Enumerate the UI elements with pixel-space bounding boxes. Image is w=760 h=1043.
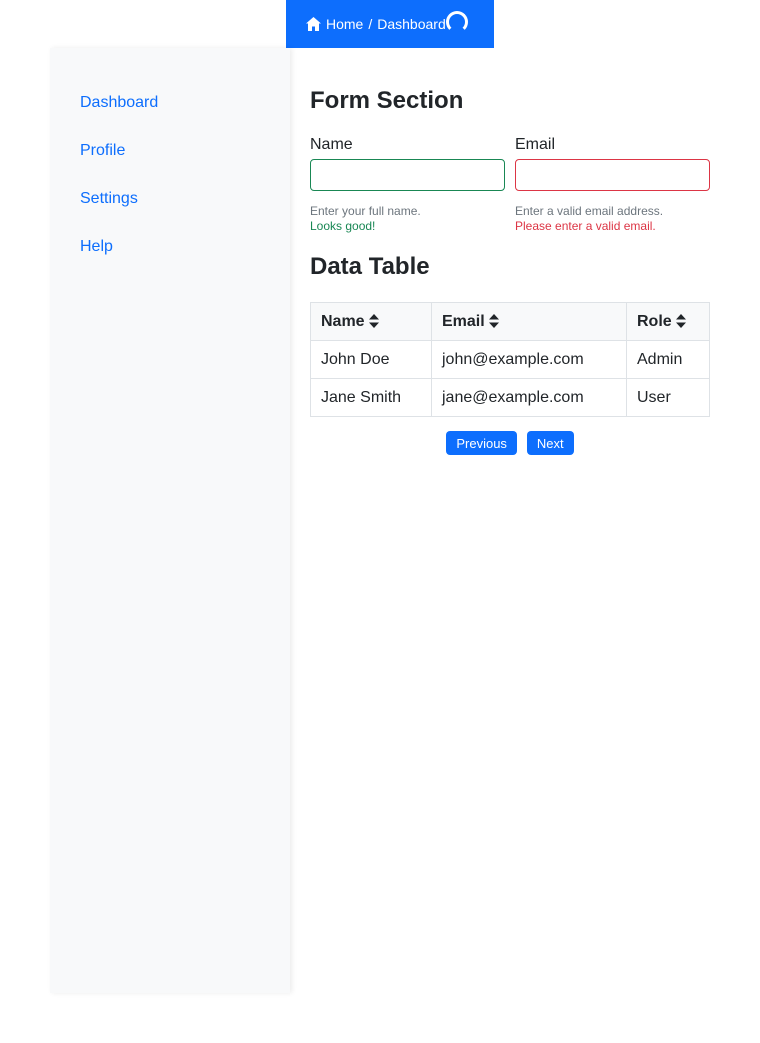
table-row: Jane Smith jane@example.com User	[310, 378, 710, 417]
name-valid-feedback: Looks good!	[310, 219, 376, 233]
breadcrumb-separator: /	[368, 16, 373, 32]
sidebar-item-profile[interactable]: Profile	[80, 142, 125, 160]
column-header-email[interactable]: Email	[431, 302, 627, 341]
email-field-group: Email Enter a valid email address. Pleas…	[515, 136, 710, 233]
email-input[interactable]	[515, 159, 710, 191]
table-cell-role: Admin	[626, 340, 710, 379]
pagination: Previous Next	[310, 431, 710, 455]
breadcrumb-current[interactable]: Dashboard	[377, 16, 446, 32]
name-field-group: Name Enter your full name. Looks good!	[310, 136, 505, 233]
table-header-row: Name Email Role	[310, 302, 710, 341]
home-icon[interactable]	[305, 16, 322, 32]
column-header-label: Role	[637, 312, 672, 330]
data-table-title: Data Table	[310, 253, 430, 280]
sidebar-item-dashboard[interactable]: Dashboard	[80, 94, 158, 112]
name-input[interactable]	[310, 159, 505, 191]
column-header-role[interactable]: Role	[626, 302, 710, 341]
name-help-text: Enter your full name.	[310, 204, 421, 218]
table-cell-email: jane@example.com	[431, 378, 627, 417]
previous-button[interactable]: Previous	[446, 431, 517, 455]
email-invalid-feedback: Please enter a valid email.	[515, 219, 656, 233]
sidebar-item-help[interactable]: Help	[80, 238, 113, 256]
table-cell-email: john@example.com	[431, 340, 627, 379]
breadcrumb-home-link[interactable]: Home	[326, 16, 363, 32]
loading-spinner-icon	[446, 11, 468, 33]
table-cell-role: User	[626, 378, 710, 417]
sort-icon	[368, 314, 379, 329]
column-header-label: Email	[442, 312, 485, 330]
next-button[interactable]: Next	[526, 431, 574, 455]
sidebar: Dashboard Profile Settings Help	[50, 48, 290, 993]
sort-icon	[488, 314, 499, 329]
name-label: Name	[310, 136, 353, 153]
email-help-text: Enter a valid email address.	[515, 204, 664, 218]
breadcrumb: Home / Dashboard	[286, 0, 494, 48]
column-header-label: Name	[321, 312, 365, 330]
table-cell-name: John Doe	[310, 340, 432, 379]
form-section-title: Form Section	[310, 87, 464, 114]
column-header-name[interactable]: Name	[310, 302, 432, 341]
table-row: John Doe john@example.com Admin	[310, 340, 710, 379]
table-cell-name: Jane Smith	[310, 378, 432, 417]
data-table: Name Email Role John Doe john@example.co…	[310, 302, 710, 417]
sidebar-item-settings[interactable]: Settings	[80, 190, 138, 208]
sort-icon	[675, 314, 686, 329]
email-label: Email	[515, 136, 556, 153]
